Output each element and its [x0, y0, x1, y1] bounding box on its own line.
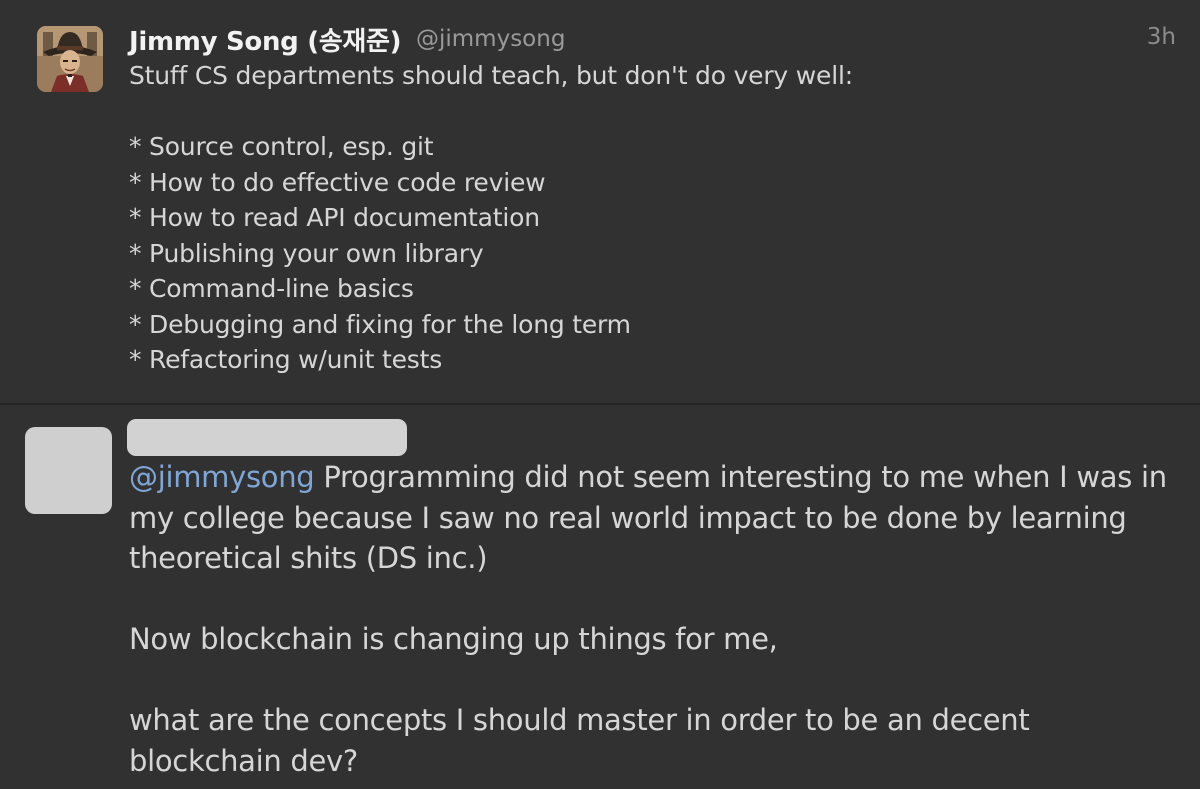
tweet-text: Stuff CS departments should teach, but d…	[129, 58, 1169, 378]
author-handle[interactable]: @jimmysong	[416, 26, 565, 52]
tweet-list-item: * Source control, esp. git	[129, 132, 434, 161]
cowboy-avatar-icon[interactable]	[37, 26, 103, 92]
mention-link[interactable]: @jimmysong	[129, 460, 315, 494]
reply-paragraph: Now blockchain is changing up things for…	[129, 622, 778, 656]
tweet-list-item: * How to read API documentation	[129, 203, 540, 232]
tweet-line: Stuff CS departments should teach, but d…	[129, 61, 853, 90]
reply-paragraph: what are the concepts I should master in…	[129, 703, 1030, 778]
redacted-author-name	[127, 419, 407, 456]
original-tweet[interactable]: Jimmy Song (송재준) @jimmysong 3h Stuff CS …	[0, 0, 1200, 404]
reply-paragraph: @jimmysong Programming did not seem inte…	[129, 457, 1174, 579]
redacted-avatar-placeholder[interactable]	[25, 427, 112, 514]
tweet-list-item: * Refactoring w/unit tests	[129, 345, 443, 374]
tweet-timestamp: 3h	[1146, 24, 1176, 50]
tweet-list-item: * How to do effective code review	[129, 167, 546, 197]
author-display-name[interactable]: Jimmy Song (송재준)	[129, 21, 402, 58]
tweet-list-item: * Command-line basics	[129, 274, 414, 303]
tweet-list-item: * Debugging and fixing for the long term	[129, 309, 631, 339]
reply-text: @jimmysong Programming did not seem inte…	[129, 457, 1174, 781]
reply-tweet[interactable]: @jimmysong Programming did not seem inte…	[0, 405, 1200, 789]
tweet-list-item: * Publishing your own library	[129, 238, 484, 268]
